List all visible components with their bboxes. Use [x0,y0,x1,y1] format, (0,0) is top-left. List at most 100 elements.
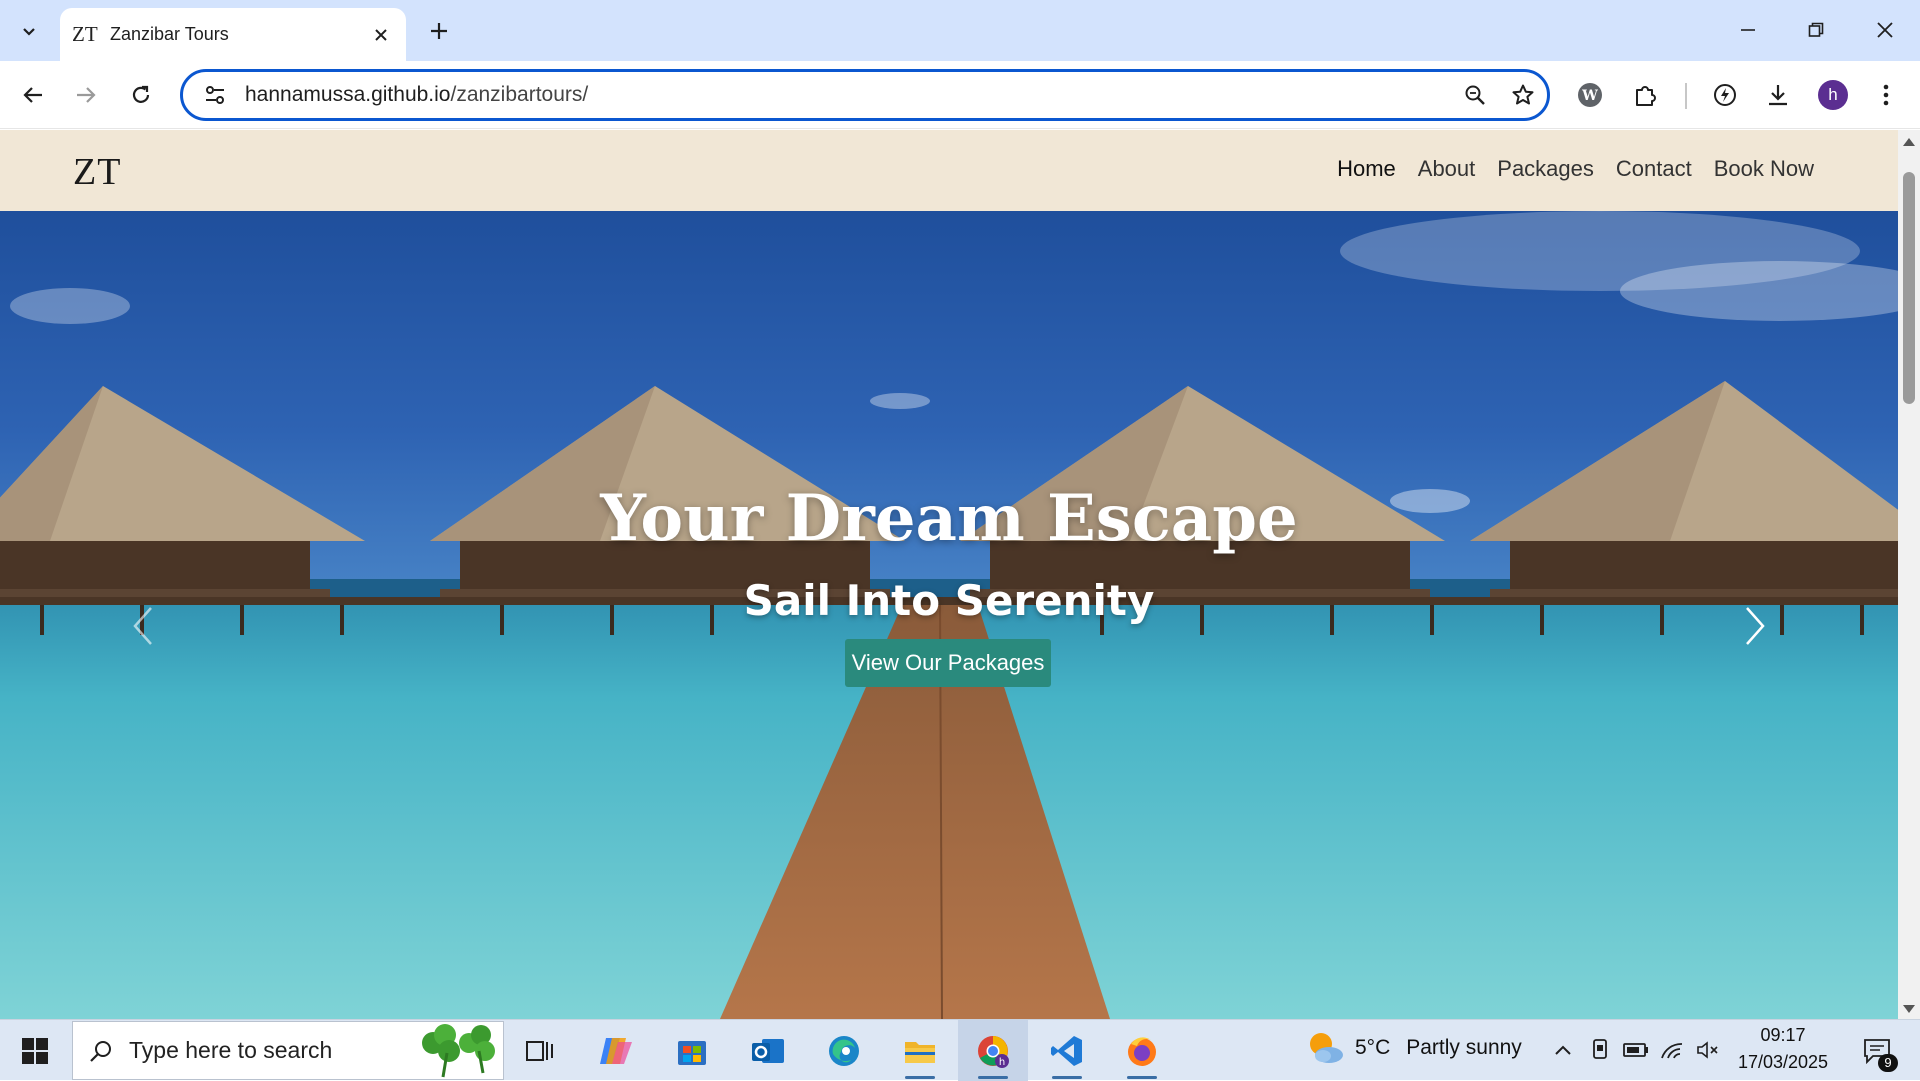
extensions-button[interactable] [1624,75,1668,115]
clock-date: 17/03/2025 [1737,1052,1829,1072]
chevron-up-icon [1555,1045,1571,1055]
meet-now-button[interactable] [1584,1034,1616,1066]
nav-home[interactable]: Home [1337,156,1396,182]
file-explorer-button[interactable] [885,1020,955,1081]
back-button[interactable] [13,75,53,115]
copilot-button[interactable] [581,1020,651,1081]
svg-text:h: h [999,1057,1005,1068]
tab-title: Zanzibar Tours [110,24,229,44]
vscode-button[interactable] [1032,1020,1102,1081]
battery-icon [1623,1043,1648,1057]
volume-button[interactable] [1692,1034,1724,1066]
new-tab-button[interactable] [422,14,456,48]
store-icon [678,1040,706,1065]
site-logo[interactable]: ZT [73,150,121,194]
battery-button[interactable] [1620,1034,1652,1066]
tab-favicon: ZT [72,22,98,46]
view-packages-button[interactable]: View Our Packages [845,639,1051,687]
edge-button[interactable] [809,1020,879,1081]
search-placeholder: Type here to search [129,1037,333,1063]
folder-icon [905,1041,935,1063]
page-viewport: ZT Home About Packages Contact Book Now [0,130,1898,1019]
outlook-button[interactable] [733,1020,803,1081]
chevron-right-icon [1746,607,1765,645]
restore-button[interactable] [1788,6,1844,54]
nav-contact[interactable]: Contact [1616,156,1692,182]
triangle-up-icon [1903,138,1915,146]
scroll-down-arrow[interactable] [1898,1001,1920,1017]
tune-icon [206,86,224,104]
tab-close-button[interactable] [368,22,394,48]
edge-icon [829,1035,859,1066]
running-indicator [1127,1076,1157,1079]
carousel-next-button[interactable] [1730,596,1780,656]
site-info-button[interactable] [193,84,237,106]
store-button[interactable] [657,1020,727,1081]
nav-book-now[interactable]: Book Now [1714,156,1814,182]
speed-icon [1714,84,1736,106]
tab-search-button[interactable] [12,14,46,48]
site-navbar: ZT Home About Packages Contact Book Now [0,130,1898,211]
wordpress-extension-button[interactable]: W [1568,75,1612,115]
avatar: h [1818,80,1848,110]
start-button[interactable] [0,1020,70,1081]
carousel-prev-button[interactable] [118,596,168,656]
page-scrollbar[interactable] [1898,130,1920,1019]
arrow-left-icon [23,87,42,103]
windows-taskbar: Type here to search h 5°C Partly sunny 0… [0,1019,1920,1081]
hero-title: Your Dream Escape [600,481,1298,556]
url-host: hannamussa.github.io [245,83,451,106]
clover-icon [422,1024,495,1078]
url-path: /zanzibartours/ [450,83,589,106]
copilot-icon [600,1037,632,1064]
star-icon [1512,84,1534,105]
chrome-button[interactable]: h [958,1020,1028,1081]
restore-icon [1808,22,1824,37]
site-menu: Home About Packages Contact Book Now [1337,156,1814,182]
downloads-button[interactable] [1756,75,1800,115]
address-bar[interactable]: hannamussa.github.io/zanzibartours/ [180,69,1550,121]
firefox-button[interactable] [1107,1020,1177,1081]
taskbar-search-box[interactable]: Type here to search [72,1021,504,1080]
performance-button[interactable] [1703,75,1747,115]
puzzle-icon [1636,86,1656,106]
profile-button[interactable]: h [1811,75,1855,115]
browser-toolbar: hannamussa.github.io/zanzibartours/ W h [0,61,1920,129]
network-button[interactable] [1656,1034,1688,1066]
svg-text:W: W [1581,88,1598,104]
minimize-icon [1741,29,1755,31]
triangle-down-icon [1903,1005,1915,1013]
download-icon [1769,85,1787,106]
close-icon [375,28,387,41]
reload-icon [132,85,150,103]
browser-tab[interactable]: ZT Zanzibar Tours [60,8,406,61]
reload-button[interactable] [121,75,161,115]
partly-sunny-icon [1310,1033,1343,1063]
nav-about[interactable]: About [1418,156,1476,182]
more-vert-icon [1883,84,1889,106]
toolbar-separator [1685,83,1687,109]
close-window-button[interactable] [1857,6,1913,54]
taskbar-clock[interactable]: 09:17 17/03/2025 [1728,1025,1838,1073]
show-hidden-icons-button[interactable] [1547,1034,1579,1066]
volume-mute-icon [1697,1041,1718,1059]
outlook-icon [752,1038,784,1063]
vscode-icon [1051,1035,1082,1066]
minimize-button[interactable] [1720,6,1776,54]
running-indicator [905,1076,935,1079]
weather-widget[interactable]: 5°C Partly sunny [1305,1028,1522,1068]
url-text[interactable]: hannamussa.github.io/zanzibartours/ [245,83,1451,107]
task-view-button[interactable] [505,1020,575,1081]
zoom-button[interactable] [1451,75,1499,115]
scroll-thumb[interactable] [1903,172,1915,404]
weather-description: Partly sunny [1406,1036,1522,1059]
forward-button[interactable] [66,75,106,115]
scroll-up-arrow[interactable] [1898,134,1920,150]
nav-packages[interactable]: Packages [1497,156,1594,182]
notifications-button[interactable]: 9 [1852,1030,1902,1072]
windows-logo-icon [22,1037,48,1064]
browser-tab-bar: ZT Zanzibar Tours [0,0,1920,61]
menu-button[interactable] [1864,75,1908,115]
bookmark-button[interactable] [1499,75,1547,115]
arrow-right-icon [77,87,96,103]
